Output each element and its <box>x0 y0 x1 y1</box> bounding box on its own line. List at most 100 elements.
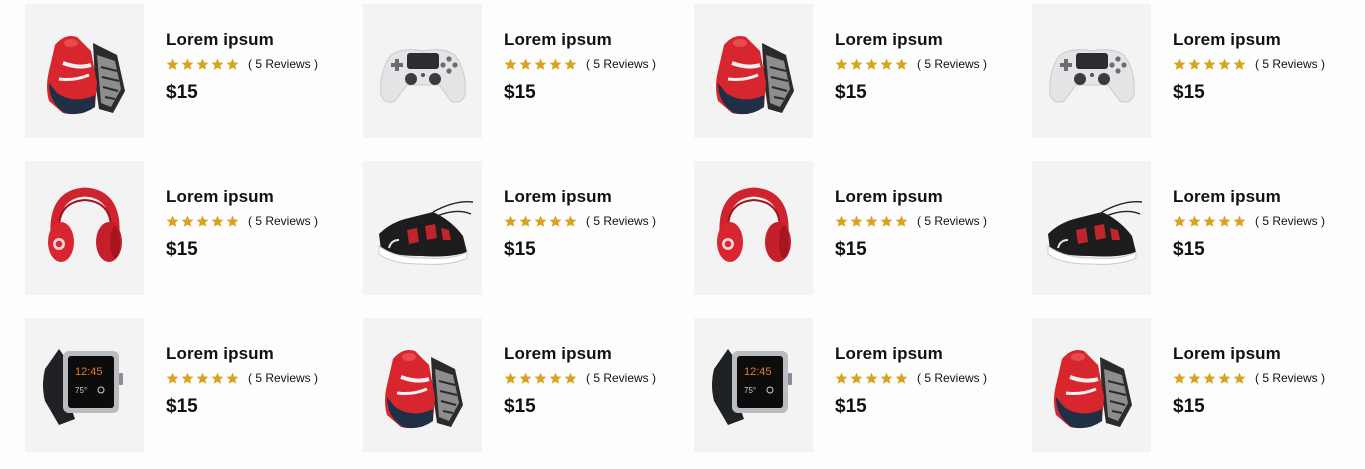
star-icon <box>519 372 532 384</box>
product-title[interactable]: Lorem ipsum <box>166 30 346 50</box>
product-image[interactable] <box>25 161 144 295</box>
product-rating: ( 5 Reviews ) <box>835 213 1015 229</box>
review-count: ( 5 Reviews ) <box>248 214 319 228</box>
star-icon <box>1188 215 1201 227</box>
product-image[interactable] <box>25 4 144 138</box>
product-rating: ( 5 Reviews ) <box>166 370 346 386</box>
product-image[interactable] <box>1032 318 1151 452</box>
product-rating: ( 5 Reviews ) <box>166 213 346 229</box>
product-image[interactable] <box>1032 161 1151 295</box>
star-icon <box>895 58 908 70</box>
product-info: Lorem ipsum ( 5 Reviews ) $15 <box>1173 187 1353 261</box>
product-card[interactable]: Lorem ipsum ( 5 Reviews ) $15 <box>1032 161 1352 295</box>
product-price: $15 <box>835 396 867 417</box>
star-rating <box>1173 215 1246 228</box>
star-rating <box>1173 372 1246 385</box>
review-count: ( 5 Reviews ) <box>586 57 657 71</box>
star-icon <box>226 215 239 227</box>
product-title[interactable]: Lorem ipsum <box>1173 30 1353 50</box>
product-rating: ( 5 Reviews ) <box>1173 370 1353 386</box>
product-card[interactable]: Lorem ipsum ( 5 Reviews ) $15 <box>1032 318 1352 452</box>
product-title[interactable]: Lorem ipsum <box>504 30 684 50</box>
product-card[interactable]: Lorem ipsum ( 5 Reviews ) $15 <box>25 161 345 295</box>
product-image[interactable] <box>363 4 482 138</box>
product-card[interactable]: Lorem ipsum ( 5 Reviews ) $15 <box>363 4 683 138</box>
star-icon <box>865 58 878 70</box>
product-card[interactable]: Lorem ipsum ( 5 Reviews ) $15 <box>1032 4 1352 138</box>
product-card[interactable]: Lorem ipsum ( 5 Reviews ) $15 <box>694 161 1014 295</box>
star-icon <box>1188 372 1201 384</box>
review-count: ( 5 Reviews ) <box>586 214 657 228</box>
star-icon <box>850 58 863 70</box>
star-icon <box>549 215 562 227</box>
product-card[interactable]: Lorem ipsum ( 5 Reviews ) $15 <box>363 161 683 295</box>
star-icon <box>895 372 908 384</box>
product-price: $15 <box>835 239 867 260</box>
svg-text:12:45: 12:45 <box>744 366 772 378</box>
review-count: ( 5 Reviews ) <box>1255 214 1326 228</box>
product-title[interactable]: Lorem ipsum <box>835 30 1015 50</box>
star-rating <box>166 215 239 228</box>
product-card[interactable]: 12:45 75° Lorem ipsum ( 5 Reviews ) $15 <box>694 318 1014 452</box>
black-sneaker-icon <box>1047 201 1142 265</box>
product-title[interactable]: Lorem ipsum <box>835 344 1015 364</box>
star-rating <box>835 215 908 228</box>
product-image[interactable] <box>363 161 482 295</box>
product-price: $15 <box>1173 239 1205 260</box>
product-price: $15 <box>166 396 198 417</box>
product-title[interactable]: Lorem ipsum <box>504 344 684 364</box>
product-image[interactable]: 12:45 75° <box>694 318 813 452</box>
star-icon <box>1218 58 1231 70</box>
product-image[interactable] <box>694 4 813 138</box>
product-card[interactable]: Lorem ipsum ( 5 Reviews ) $15 <box>694 4 1014 138</box>
product-title[interactable]: Lorem ipsum <box>1173 344 1353 364</box>
product-title[interactable]: Lorem ipsum <box>504 187 684 207</box>
red-sneaker-icon <box>384 350 463 429</box>
svg-text:75°: 75° <box>75 386 87 395</box>
product-title[interactable]: Lorem ipsum <box>166 187 346 207</box>
star-icon <box>211 372 224 384</box>
product-card[interactable]: Lorem ipsum ( 5 Reviews ) $15 <box>363 318 683 452</box>
product-rating: ( 5 Reviews ) <box>504 213 684 229</box>
star-icon <box>1188 58 1201 70</box>
product-card[interactable]: 12:45 75° Lorem ipsum ( 5 Reviews ) $15 <box>25 318 345 452</box>
product-price: $15 <box>835 82 867 103</box>
star-icon <box>564 215 577 227</box>
star-icon <box>226 372 239 384</box>
red-sneaker-icon <box>1053 350 1132 429</box>
product-title[interactable]: Lorem ipsum <box>166 344 346 364</box>
star-icon <box>211 58 224 70</box>
product-image[interactable] <box>694 161 813 295</box>
star-icon <box>534 372 547 384</box>
product-info: Lorem ipsum ( 5 Reviews ) $15 <box>166 187 346 261</box>
product-card[interactable]: Lorem ipsum ( 5 Reviews ) $15 <box>25 4 345 138</box>
star-icon <box>835 372 848 384</box>
svg-text:75°: 75° <box>744 386 756 395</box>
product-price: $15 <box>166 239 198 260</box>
review-count: ( 5 Reviews ) <box>586 371 657 385</box>
product-info: Lorem ipsum ( 5 Reviews ) $15 <box>504 344 684 418</box>
star-icon <box>1233 215 1246 227</box>
product-image[interactable] <box>1032 4 1151 138</box>
star-icon <box>534 58 547 70</box>
star-icon <box>835 215 848 227</box>
product-title[interactable]: Lorem ipsum <box>1173 187 1353 207</box>
star-rating <box>1173 58 1246 71</box>
star-icon <box>1203 372 1216 384</box>
star-icon <box>166 58 179 70</box>
game-controller-icon <box>379 49 466 103</box>
star-icon <box>1233 372 1246 384</box>
product-grid: Lorem ipsum ( 5 Reviews ) $15 Lorem ipsum (… <box>0 0 1365 469</box>
review-count: ( 5 Reviews ) <box>917 57 988 71</box>
product-image[interactable]: 12:45 75° <box>25 318 144 452</box>
product-price: $15 <box>166 82 198 103</box>
star-icon <box>196 58 209 70</box>
product-price: $15 <box>1173 82 1205 103</box>
red-sneaker-icon <box>46 36 125 115</box>
review-count: ( 5 Reviews ) <box>1255 57 1326 71</box>
product-info: Lorem ipsum ( 5 Reviews ) $15 <box>1173 30 1353 104</box>
star-icon <box>181 215 194 227</box>
product-image[interactable] <box>363 318 482 452</box>
red-sneaker-icon <box>715 36 794 115</box>
product-title[interactable]: Lorem ipsum <box>835 187 1015 207</box>
